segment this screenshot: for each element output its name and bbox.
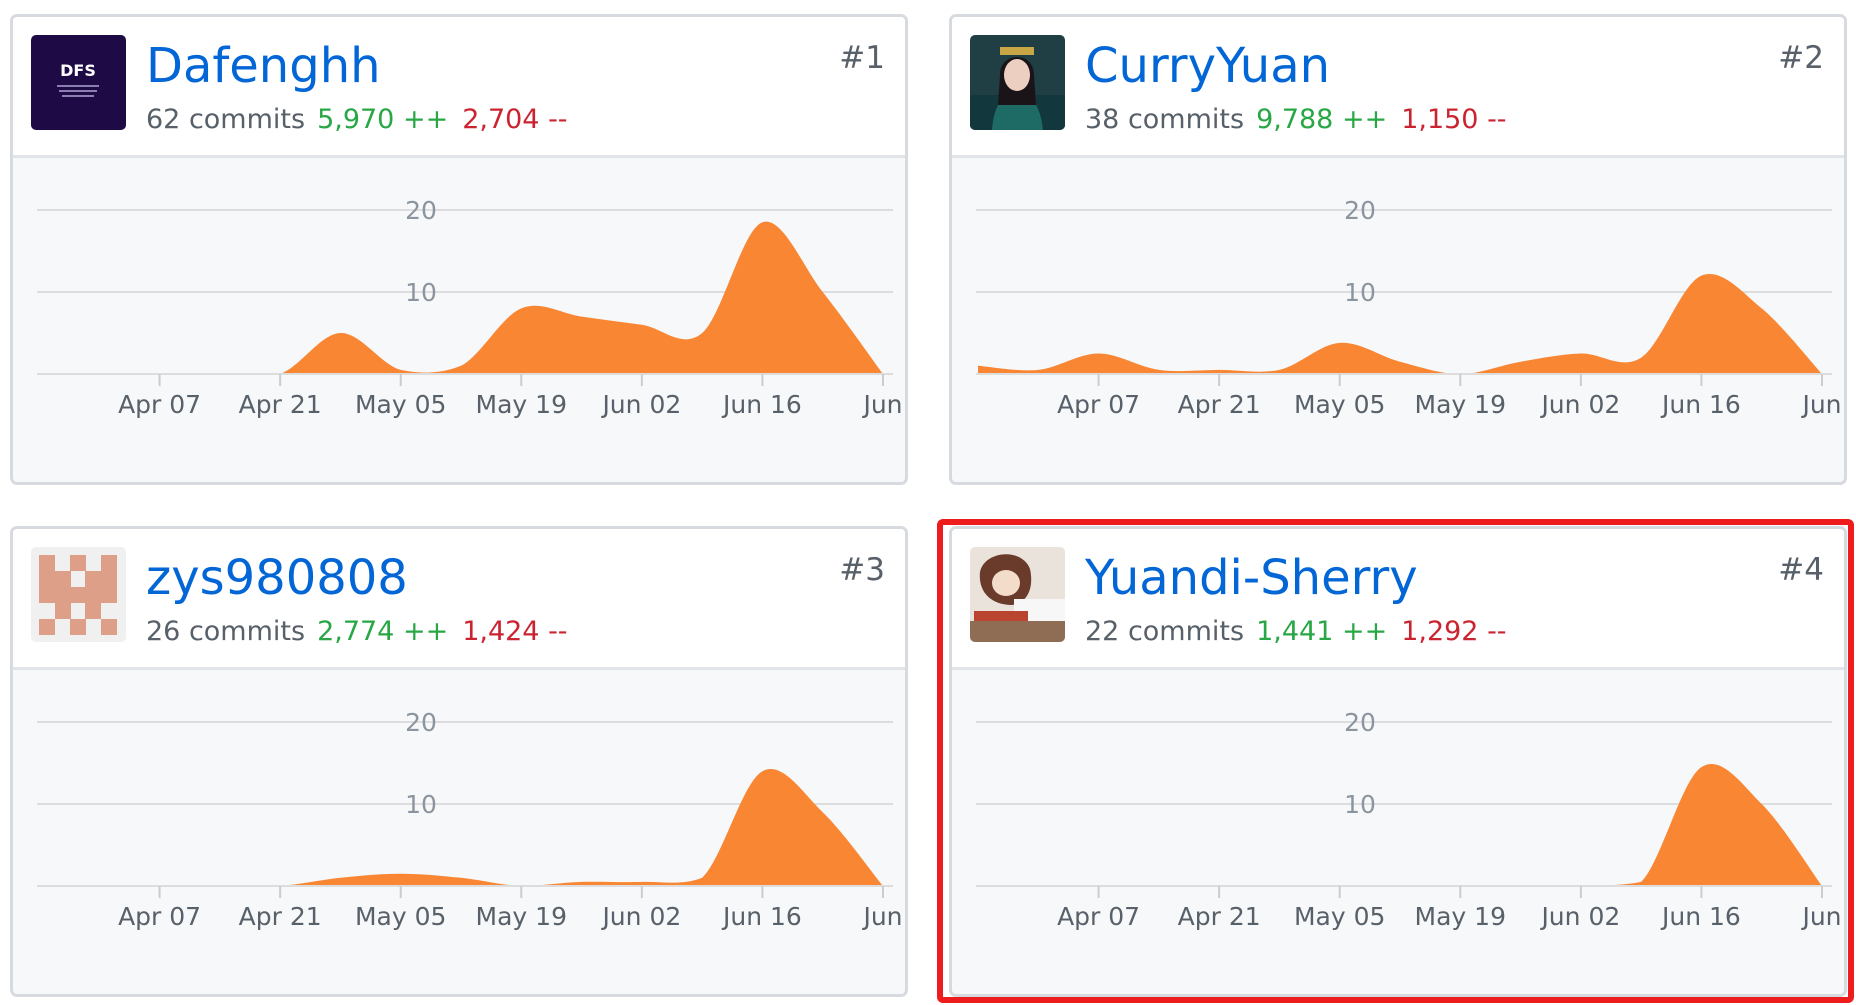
contributor-name-link[interactable]: Yuandi-Sherry	[1085, 549, 1418, 607]
y-tick-label: 10	[1344, 790, 1376, 819]
contributor-card-3: zys980808 26 commits 2,774 ++ 1,424 -- #3 …	[10, 526, 908, 997]
commit-area-series	[978, 273, 1822, 374]
commits-count: 22 commits	[1085, 616, 1245, 647]
x-tick-label: Apr 07	[1057, 390, 1140, 419]
x-tick-label: Apr 21	[1178, 902, 1261, 931]
x-tick-label: Jun 02	[1539, 390, 1620, 419]
contributor-stats: 26 commits 2,774 ++ 1,424 --	[146, 615, 568, 649]
x-tick-label: May 19	[1415, 390, 1506, 419]
rank-label: #3	[839, 552, 885, 588]
x-tick-label: Jun 02	[600, 390, 681, 419]
commits-count: 26 commits	[146, 616, 306, 647]
contributor-stats: 62 commits 5,970 ++ 2,704 --	[146, 103, 568, 137]
contributor-stats: 38 commits 9,788 ++ 1,150 --	[1085, 103, 1507, 137]
commit-activity-chart: 10 20 Apr 07 Apr 21 May 05 May 19 Jun 02 Jun 16…	[976, 196, 1842, 419]
x-tick-label: Apr 07	[118, 390, 201, 419]
x-tick-label: Jun 16	[721, 390, 802, 419]
x-tick-label: Jun	[861, 902, 902, 931]
contributor-name-link[interactable]: zys980808	[146, 549, 408, 607]
x-tick-label: May 19	[476, 390, 567, 419]
x-tick-label: Jun	[1800, 390, 1841, 419]
x-tick-label: May 05	[355, 390, 446, 419]
contributor-card-1: DFS Dafenghh 62 commits 5,970 ++ 2,704 -- …	[10, 14, 908, 485]
avatar[interactable]	[970, 547, 1065, 642]
x-tick-label: Jun	[861, 390, 902, 419]
x-tick-label: Jun	[1800, 902, 1841, 931]
x-tick-label: Jun 02	[600, 902, 681, 931]
x-tick-label: May 05	[1294, 902, 1385, 931]
commit-activity-chart: 10 20 Apr 07 Apr 21 May 05 May 19 Jun 02 Jun 16…	[37, 708, 903, 931]
commit-area-series	[39, 769, 883, 886]
deletions-count: 1,150 --	[1401, 104, 1507, 135]
y-tick-label: 10	[405, 278, 437, 307]
contributor-stats: 22 commits 1,441 ++ 1,292 --	[1085, 615, 1507, 649]
y-tick-label: 20	[405, 708, 437, 737]
deletions-count: 1,292 --	[1401, 616, 1507, 647]
avatar[interactable]: DFS	[31, 35, 126, 130]
additions-count: 9,788 ++	[1256, 104, 1388, 135]
y-tick-label: 10	[405, 790, 437, 819]
commits-count: 62 commits	[146, 104, 306, 135]
contributor-name-link[interactable]: Dafenghh	[146, 37, 381, 95]
commit-area-series	[978, 763, 1822, 886]
rank-label: #2	[1778, 40, 1824, 76]
avatar-text: DFS	[60, 61, 96, 80]
x-tick-label: Jun 16	[1660, 902, 1741, 931]
avatar-anime-image	[970, 547, 1065, 642]
y-tick-label: 10	[1344, 278, 1376, 307]
x-tick-label: Jun 16	[1660, 390, 1741, 419]
contributor-header: DFS Dafenghh 62 commits 5,970 ++ 2,704 -- …	[13, 17, 905, 158]
x-tick-label: Jun 02	[1539, 902, 1620, 931]
commit-activity-chart: 10 20 Apr 07 Apr 21 May 05 May 19 Jun 02 Jun 16…	[37, 196, 903, 419]
x-tick-label: May 19	[1415, 902, 1506, 931]
deletions-count: 2,704 --	[462, 104, 568, 135]
x-tick-label: Jun 16	[721, 902, 802, 931]
avatar[interactable]	[970, 35, 1065, 130]
rank-label: #4	[1778, 552, 1824, 588]
x-tick-label: Apr 21	[239, 902, 322, 931]
x-tick-label: May 19	[476, 902, 567, 931]
y-tick-label: 20	[405, 196, 437, 225]
contributor-card-4: Yuandi-Sherry 22 commits 1,441 ++ 1,292 --…	[949, 526, 1847, 997]
y-tick-label: 20	[1344, 196, 1376, 225]
additions-count: 1,441 ++	[1256, 616, 1388, 647]
x-tick-label: Apr 21	[239, 390, 322, 419]
x-tick-label: May 05	[355, 902, 446, 931]
x-tick-label: Apr 07	[1057, 902, 1140, 931]
commit-activity-chart: 10 20 Apr 07 Apr 21 May 05 May 19 Jun 02 Jun 16…	[976, 708, 1842, 931]
commit-area-series	[39, 221, 883, 374]
contributor-header: zys980808 26 commits 2,774 ++ 1,424 -- #3	[13, 529, 905, 670]
avatar[interactable]	[31, 547, 126, 642]
x-tick-label: May 05	[1294, 390, 1385, 419]
y-tick-label: 20	[1344, 708, 1376, 737]
avatar-identicon-image	[31, 547, 126, 642]
x-tick-label: Apr 07	[118, 902, 201, 931]
avatar-dfs-image: DFS	[31, 35, 126, 130]
contributor-header: Yuandi-Sherry 22 commits 1,441 ++ 1,292 --…	[952, 529, 1844, 670]
deletions-count: 1,424 --	[462, 616, 568, 647]
contributor-name-link[interactable]: CurryYuan	[1085, 37, 1330, 95]
additions-count: 5,970 ++	[317, 104, 449, 135]
commits-count: 38 commits	[1085, 104, 1245, 135]
avatar-portrait-image	[970, 35, 1065, 130]
contributor-card-2: CurryYuan 38 commits 9,788 ++ 1,150 -- #2 …	[949, 14, 1847, 485]
x-tick-label: Apr 21	[1178, 390, 1261, 419]
rank-label: #1	[839, 40, 885, 76]
additions-count: 2,774 ++	[317, 616, 449, 647]
contributor-header: CurryYuan 38 commits 9,788 ++ 1,150 -- #2	[952, 17, 1844, 158]
